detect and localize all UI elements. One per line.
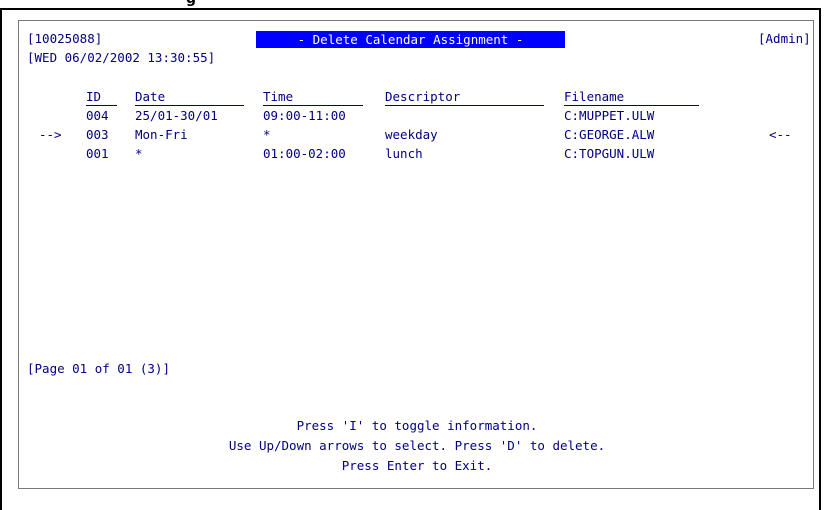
row-date: * bbox=[135, 146, 143, 161]
window-title: g bbox=[186, 0, 196, 7]
terminal-screen[interactable]: [10025088] - Delete Calendar Assignment … bbox=[18, 20, 814, 489]
row-time: 01:00-02:00 bbox=[263, 146, 346, 161]
row-id: 003 bbox=[86, 127, 109, 142]
column-header-filename: Filename bbox=[564, 89, 699, 106]
column-header-time: Time bbox=[263, 89, 363, 106]
row-id: 004 bbox=[86, 108, 109, 123]
row-date: 25/01-30/01 bbox=[135, 108, 218, 123]
help-toggle-info: Press 'I' to toggle information. bbox=[296, 418, 538, 433]
screen-title: - Delete Calendar Assignment - bbox=[256, 31, 565, 48]
row-id: 001 bbox=[86, 146, 109, 161]
selection-marker-left: --> bbox=[39, 127, 62, 142]
pagination-status: [Page 01 of 01 (3)] bbox=[27, 361, 170, 376]
row-time: 09:00-11:00 bbox=[263, 108, 346, 123]
row-filename: C:MUPPET.ULW bbox=[564, 108, 655, 123]
row-date: Mon-Fri bbox=[135, 127, 188, 142]
app-frame: g [10025088] - Delete Calendar Assignmen… bbox=[0, 0, 824, 510]
help-exit: Press Enter to Exit. bbox=[341, 458, 493, 473]
selection-marker-right: <-- bbox=[769, 127, 792, 142]
column-header-id: ID bbox=[86, 89, 117, 106]
row-descriptor: weekday bbox=[385, 127, 438, 142]
row-time: * bbox=[263, 127, 271, 142]
row-filename: C:GEORGE.ALW bbox=[564, 127, 655, 142]
row-descriptor: lunch bbox=[385, 146, 423, 161]
column-header-descriptor: Descriptor bbox=[385, 89, 544, 106]
role-label: [Admin] bbox=[758, 31, 811, 46]
datetime: [WED 06/02/2002 13:30:55] bbox=[27, 50, 216, 65]
column-header-date: Date bbox=[135, 89, 244, 106]
terminal-id: [10025088] bbox=[27, 31, 103, 46]
help-select-delete: Use Up/Down arrows to select. Press 'D' … bbox=[228, 438, 606, 453]
row-filename: C:TOPGUN.ULW bbox=[564, 146, 655, 161]
